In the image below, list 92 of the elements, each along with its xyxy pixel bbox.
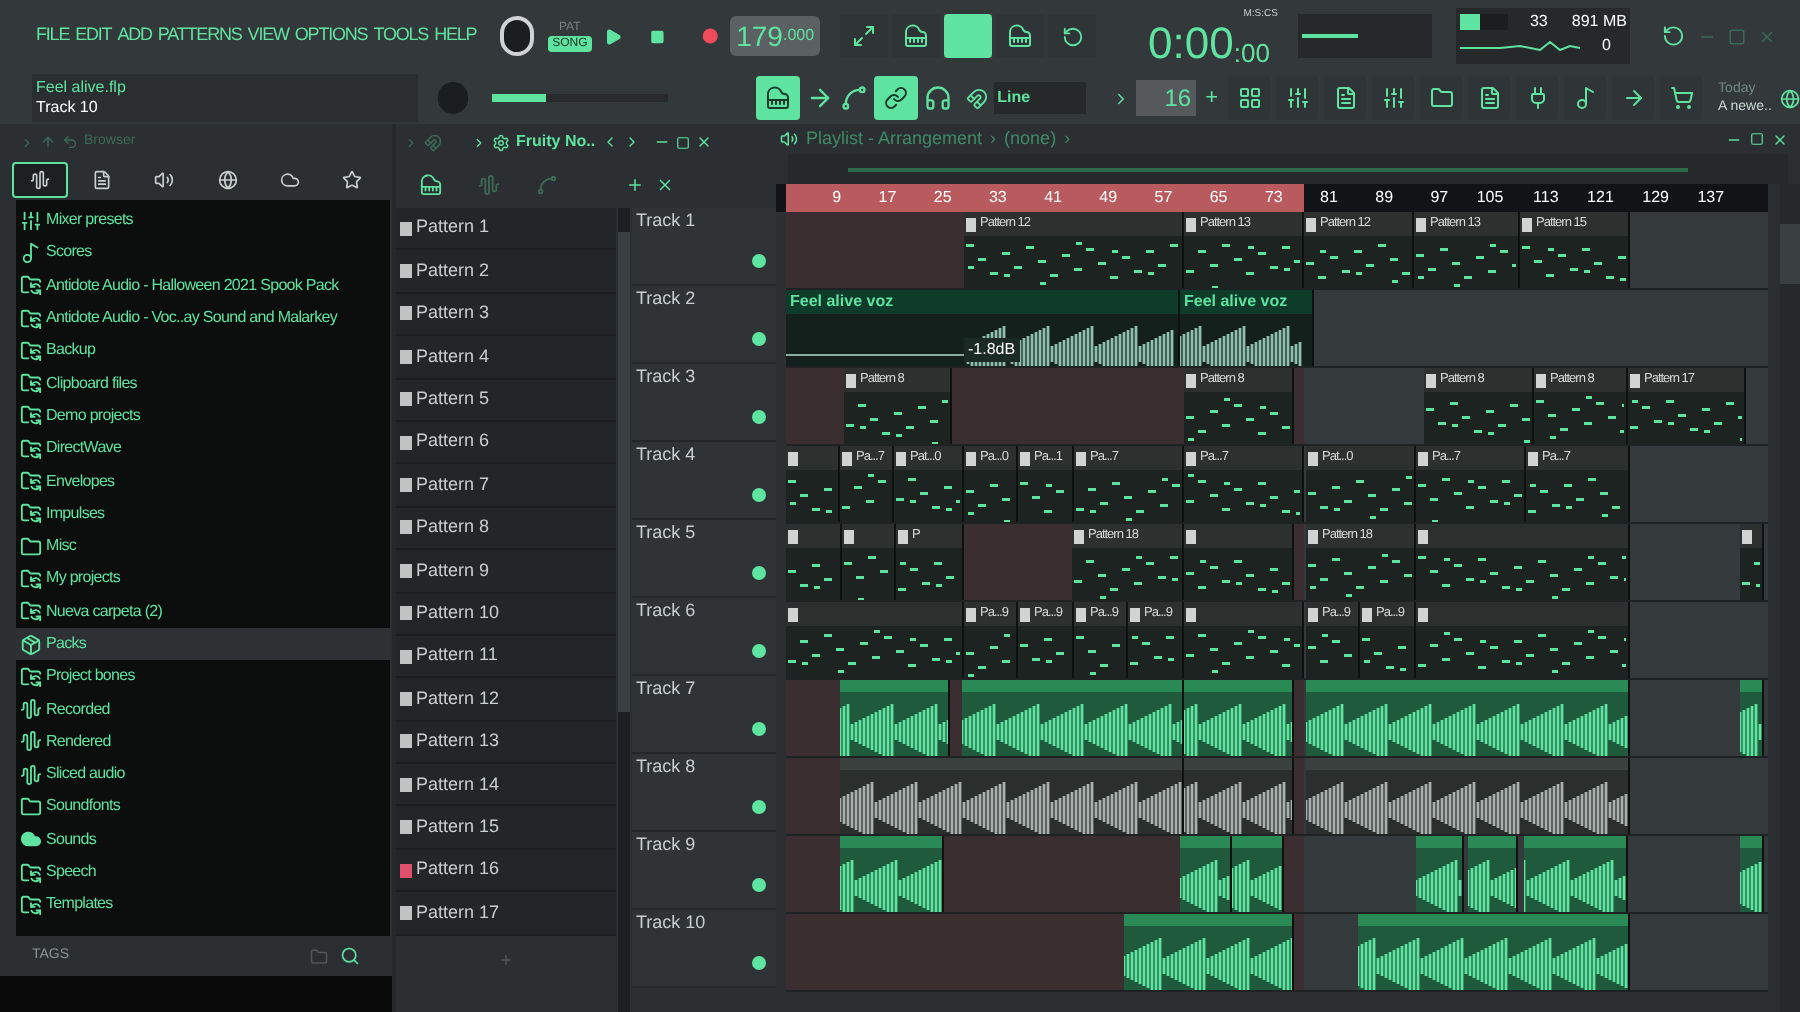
bar-number: 81 <box>1318 186 1338 210</box>
bar-number: 57 <box>1152 186 1173 210</box>
browser-item[interactable]: Packs <box>16 627 390 661</box>
pattern-item[interactable]: Pattern 12 <box>396 678 616 722</box>
bar-number: 73 <box>1262 186 1283 210</box>
browser-item[interactable]: Mixer presets <box>16 204 390 237</box>
browser-item[interactable]: Sounds <box>16 823 390 856</box>
hint-panel: Feel alive.flp Track 10 <box>32 74 419 122</box>
browser-item[interactable]: Sliced audio <box>16 758 390 791</box>
browser-item[interactable]: Demo projects <box>16 399 390 433</box>
track-lane[interactable]: Feel alive voz -1.8dB Feel alive voz <box>786 290 1768 368</box>
bar-number: 9 <box>830 186 842 210</box>
step-plus-button[interactable]: + <box>1201 81 1223 115</box>
browser-item[interactable]: Recorded <box>16 692 390 726</box>
browser-item[interactable]: My projects <box>16 562 390 596</box>
bar-number: 129 <box>1640 186 1669 210</box>
pattern-item[interactable]: Pattern 8 <box>396 507 616 551</box>
memory-reading: 891 MB <box>1571 10 1627 34</box>
pattern-item[interactable]: Pattern 15 <box>396 806 616 850</box>
bar-number: 121 <box>1585 186 1614 210</box>
gain-label: -1.8dB <box>964 338 1020 362</box>
pattern-item[interactable]: Pattern 16 <box>396 849 616 893</box>
browser-item[interactable]: Rendered <box>16 725 390 759</box>
bar-number: 97 <box>1428 186 1449 210</box>
track-header[interactable]: Track 7 <box>632 676 776 754</box>
clip-label: Feel alive voz <box>1184 294 1288 310</box>
bar-number: 41 <box>1042 186 1062 210</box>
browser-item[interactable]: Scores <box>16 236 390 270</box>
bar-number: 25 <box>931 186 952 210</box>
clip-label: Feel alive voz <box>790 294 894 310</box>
browser-item[interactable]: Envelopes <box>16 464 390 498</box>
bar-number: 17 <box>876 186 897 210</box>
pattern-item[interactable]: Pattern 3 <box>396 293 616 337</box>
browser-item[interactable]: Clipboard files <box>16 366 390 400</box>
bar-number: 65 <box>1207 186 1228 210</box>
channel-title[interactable]: Fruity No.. <box>516 130 596 154</box>
pattern-item[interactable]: Pattern 4 <box>396 336 616 380</box>
snap-dropdown[interactable]: Line <box>993 82 1086 114</box>
menu-item[interactable]: OPTIONS <box>294 22 368 50</box>
track-header[interactable]: Track 5 <box>632 520 776 598</box>
browser-item[interactable]: Templates <box>16 888 390 922</box>
bar-number: 33 <box>986 186 1007 210</box>
pattern-item[interactable]: Pattern 5 <box>396 379 616 422</box>
browser-item[interactable]: Project bones <box>16 660 390 693</box>
menu-item[interactable]: PATTERNS <box>157 22 242 50</box>
track-header[interactable]: Track 4 <box>632 442 776 520</box>
track-header[interactable]: Track 3 <box>632 364 776 442</box>
playlist-title: Playlist - Arrangement <box>806 125 983 152</box>
menu-item[interactable]: ADD <box>117 22 152 50</box>
browser-item[interactable]: Antidote Audio - Halloween 2021 Spook Pack <box>16 269 390 302</box>
cpu-reading: 33 <box>1529 10 1548 34</box>
separator-glyph: › <box>1064 125 1071 152</box>
browser-item[interactable]: Antidote Audio - Voc..ay Sound and Malarkey <box>16 301 390 335</box>
pattern-item[interactable]: Pattern 10 <box>396 593 616 636</box>
browser-item[interactable]: Soundfonts <box>16 790 390 824</box>
pattern-item[interactable]: Pattern 9 <box>396 550 616 594</box>
pattern-item[interactable]: Pattern 14 <box>396 764 616 807</box>
pattern-item[interactable]: Pattern 7 <box>396 464 616 508</box>
menu-item[interactable]: EDIT <box>75 22 112 50</box>
menu-item[interactable]: VIEW <box>247 22 289 50</box>
browser-item[interactable]: Impulses <box>16 497 390 530</box>
bar-number: 89 <box>1373 186 1394 210</box>
browser-item[interactable]: Misc <box>16 529 390 563</box>
track-header[interactable]: Track 6 <box>632 598 776 676</box>
menu-item[interactable]: HELP <box>434 22 477 50</box>
step-field[interactable]: 16 <box>1135 80 1196 116</box>
track-header[interactable]: Track 8 <box>632 754 776 832</box>
bar-number: 105 <box>1474 186 1504 210</box>
pattern-item[interactable]: Pattern 2 <box>396 250 616 294</box>
browser-item[interactable]: Backup <box>16 334 390 367</box>
audio-clip[interactable]: Feel alive voz <box>1180 290 1314 366</box>
bar-number: 113 <box>1531 186 1559 210</box>
browser-item[interactable]: Nueva carpeta (2) <box>16 595 390 628</box>
track-header[interactable]: Track 10 <box>632 910 776 988</box>
timeline-ruler[interactable]: 9 17 25 33 41 49 57 65 73 81 89 97 105 113 121 129 137 <box>776 184 1768 212</box>
track-header[interactable]: Track 2 <box>632 286 776 364</box>
menu-item[interactable]: TOOLS <box>373 22 429 50</box>
menu-item[interactable]: FILE <box>36 22 70 50</box>
polyphony-reading: 0 <box>1602 34 1611 58</box>
bar-number: 49 <box>1097 186 1118 210</box>
pattern-item[interactable]: Pattern 13 <box>396 721 616 765</box>
pattern-item[interactable]: Pattern 17 <box>396 892 616 936</box>
pattern-item[interactable]: Pattern 11 <box>396 635 616 679</box>
browser-item[interactable]: Speech <box>16 855 390 889</box>
pattern-item[interactable]: Pattern 6 <box>396 421 616 465</box>
track-header[interactable]: Track 1 <box>632 208 776 286</box>
track-header[interactable]: Track 9 <box>632 832 776 910</box>
audio-clip[interactable]: Feel alive voz -1.8dB <box>786 290 1180 366</box>
pattern-item[interactable]: Pattern 1 <box>396 208 616 251</box>
bar-number: 137 <box>1695 186 1725 210</box>
browser-item[interactable]: DirectWave <box>16 432 390 465</box>
separator-glyph: › <box>990 125 997 152</box>
